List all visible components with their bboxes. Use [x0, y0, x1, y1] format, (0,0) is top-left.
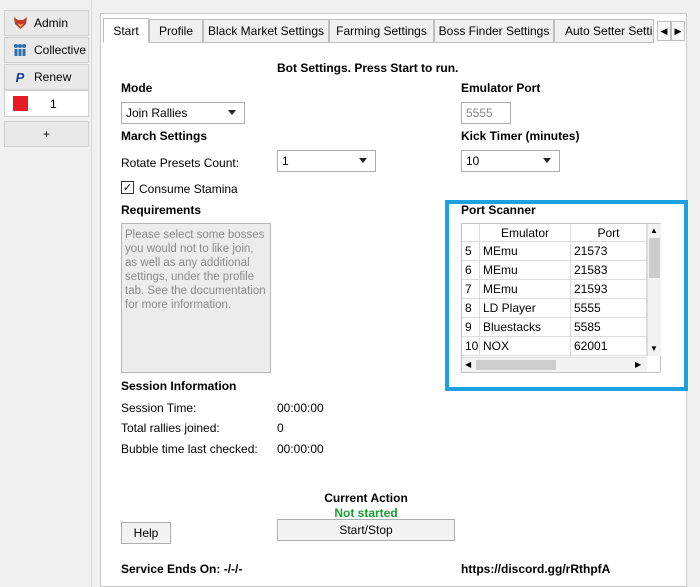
table-cell-port[interactable]: 21583 [571, 261, 647, 280]
row-number: 8 [462, 299, 480, 318]
sidebar-item-label: Renew [34, 70, 72, 84]
scroll-down-icon[interactable]: ▼ [650, 344, 658, 353]
chevron-down-icon [359, 158, 367, 163]
consume-stamina-checkbox[interactable]: ✓ [121, 181, 134, 194]
bubble-time-label: Bubble time last checked: [121, 442, 258, 456]
user-count: 1 [50, 96, 57, 111]
table-cell-port[interactable]: 21573 [571, 242, 647, 261]
total-rallies-label: Total rallies joined: [121, 421, 220, 435]
current-action-status: Not started [334, 506, 398, 520]
column-header-emulator[interactable]: Emulator [480, 224, 571, 242]
scroll-thumb[interactable] [649, 238, 660, 278]
session-info-label: Session Information [121, 379, 237, 393]
table-cell-emulator[interactable]: Bluestacks [480, 318, 571, 337]
rotate-presets-select[interactable]: 1 [277, 150, 376, 172]
sidebar-item-label: Collective [34, 43, 87, 57]
current-action-label: Current Action [324, 491, 408, 505]
row-number: 6 [462, 261, 480, 280]
port-scanner-table: Emulator Port 5 MEmu 21573 6 MEmu 21583 … [461, 223, 661, 373]
help-button[interactable]: Help [121, 522, 171, 544]
scroll-left-icon[interactable]: ◀ [465, 360, 471, 369]
scroll-right-icon[interactable]: ▶ [635, 360, 641, 369]
tab-scroll-right-icon[interactable]: ▶ [671, 21, 685, 41]
sidebar-item-collective[interactable]: Collective [4, 37, 89, 63]
emulator-port-input[interactable]: 5555 [461, 102, 511, 124]
row-number: 9 [462, 318, 480, 337]
bubble-time-value: 00:00:00 [277, 442, 324, 456]
tab-black-market-settings[interactable]: Black Market Settings [203, 19, 329, 43]
session-time-label: Session Time: [121, 401, 197, 415]
service-ends-label: Service Ends On: -/-/- [121, 562, 243, 576]
requirements-textbox[interactable]: Please select some bosses you would not … [121, 223, 271, 373]
table-cell-emulator[interactable]: NOX [480, 337, 571, 356]
start-stop-button[interactable]: Start/Stop [277, 519, 455, 541]
column-header-port[interactable]: Port [571, 224, 647, 242]
people-icon [12, 42, 28, 58]
tab-auto-setter-settings[interactable]: Auto Setter Settin [554, 19, 654, 43]
tab-scroll-left-icon[interactable]: ◀ [657, 21, 671, 41]
consume-stamina-label: Consume Stamina [139, 182, 238, 196]
kick-timer-select[interactable]: 10 [461, 150, 560, 172]
mode-label: Mode [121, 81, 153, 95]
vertical-scrollbar[interactable]: ▲ ▼ [647, 224, 661, 356]
table-cell-emulator[interactable]: MEmu [480, 280, 571, 299]
table-cell-port[interactable]: 62001 [571, 337, 647, 356]
add-label: + [42, 127, 50, 141]
march-settings-label: March Settings [121, 129, 208, 143]
page-title: Bot Settings. Press Start to run. [277, 61, 459, 75]
user-row[interactable]: 1 [4, 90, 89, 117]
fox-icon [12, 15, 28, 31]
table-cell-emulator[interactable]: MEmu [480, 242, 571, 261]
kick-timer-label: Kick Timer (minutes) [461, 129, 580, 143]
rotate-presets-label: Rotate Presets Count: [121, 156, 240, 170]
table-cell-emulator[interactable]: LD Player [480, 299, 571, 318]
scroll-up-icon[interactable]: ▲ [650, 226, 658, 235]
row-number: 7 [462, 280, 480, 299]
row-number: 10 [462, 337, 480, 356]
tab-farming-settings[interactable]: Farming Settings [329, 19, 434, 43]
sidebar-item-admin[interactable]: Admin [4, 10, 89, 36]
user-color-swatch [13, 96, 28, 111]
sidebar-item-renew[interactable]: P Renew [4, 64, 89, 90]
table-cell-port[interactable]: 5555 [571, 299, 647, 318]
row-number: 5 [462, 242, 480, 261]
table-cell-emulator[interactable]: MEmu [480, 261, 571, 280]
discord-link[interactable]: https://discord.gg/rRthpfA [461, 562, 610, 576]
add-user-button[interactable]: + [4, 121, 89, 147]
tab-boss-finder-settings[interactable]: Boss Finder Settings [434, 19, 554, 43]
requirements-label: Requirements [121, 203, 202, 217]
table-cell-port[interactable]: 5585 [571, 318, 647, 337]
port-scanner-label: Port Scanner [461, 203, 536, 217]
corner-header [462, 224, 480, 242]
chevron-down-icon [228, 110, 236, 115]
session-time-value: 00:00:00 [277, 401, 324, 415]
mode-select[interactable]: Join Rallies [121, 102, 245, 124]
paypal-icon: P [15, 69, 25, 85]
emulator-port-label: Emulator Port [461, 81, 541, 95]
horizontal-scrollbar[interactable]: ◀ ▶ [462, 357, 647, 372]
tab-start[interactable]: Start [103, 18, 149, 43]
table-cell-port[interactable]: 21593 [571, 280, 647, 299]
scroll-thumb[interactable] [476, 360, 556, 370]
chevron-down-icon [543, 158, 551, 163]
total-rallies-value: 0 [277, 421, 284, 435]
tab-profile[interactable]: Profile [149, 19, 203, 43]
sidebar-item-label: Admin [34, 16, 69, 30]
